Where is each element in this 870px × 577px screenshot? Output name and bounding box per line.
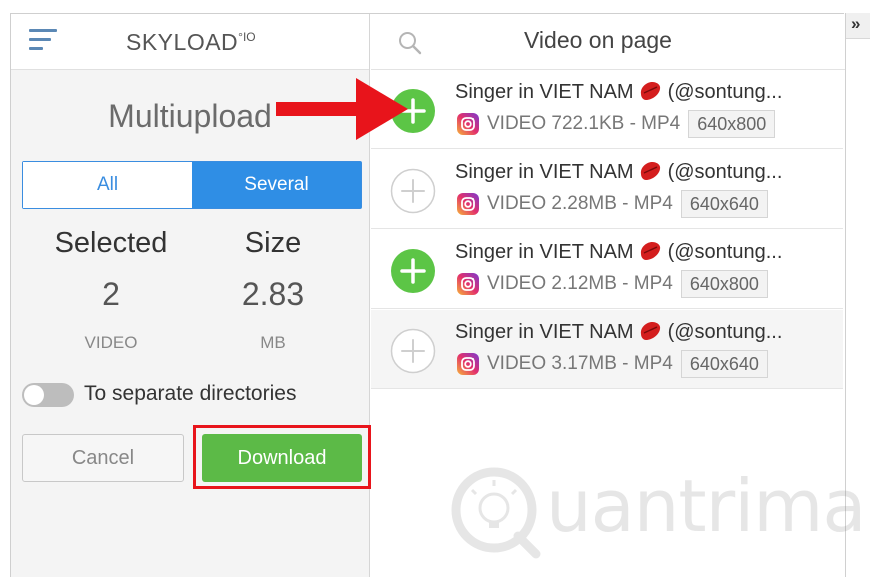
instagram-icon bbox=[457, 113, 479, 135]
video-item-title: Singer in VIET NAM (@sontung... bbox=[455, 321, 783, 343]
video-item-title: Singer in VIET NAM (@sontung... bbox=[455, 241, 783, 263]
instagram-icon bbox=[457, 353, 479, 375]
watermark-text: uantrimang bbox=[546, 464, 870, 548]
instagram-icon bbox=[457, 193, 479, 215]
instagram-icon bbox=[457, 273, 479, 295]
separate-directories-label: To separate directories bbox=[84, 382, 297, 405]
video-item-info: VIDEO 722.1KB - MP4 bbox=[487, 113, 681, 134]
stat-size: Size 2.83 MB bbox=[198, 227, 348, 353]
video-item-info: VIDEO 3.17MB - MP4 bbox=[487, 353, 673, 374]
mode-several-button[interactable]: Several bbox=[192, 162, 361, 208]
left-header: SKYLOAD°IO bbox=[11, 14, 369, 70]
separate-directories-switch[interactable] bbox=[22, 383, 74, 407]
video-item-meta: VIDEO 722.1KB - MP4 640x800 bbox=[457, 110, 776, 138]
resolution-badge: 640x640 bbox=[680, 350, 768, 378]
menu-icon[interactable] bbox=[29, 29, 57, 51]
add-circle-icon[interactable] bbox=[390, 168, 436, 214]
video-item-meta: VIDEO 2.28MB - MP4 640x640 bbox=[457, 190, 768, 218]
watermark: uantrimang bbox=[448, 460, 870, 570]
kiss-lips-icon bbox=[640, 82, 660, 100]
mode-all-button[interactable]: All bbox=[23, 162, 192, 208]
video-item[interactable]: Singer in VIET NAM (@sontung... VIDEO 2.2… bbox=[371, 150, 843, 229]
strip-toolbar: » bbox=[846, 13, 870, 39]
add-circle-icon[interactable] bbox=[390, 328, 436, 374]
brand-logo: SKYLOAD°IO bbox=[126, 29, 256, 55]
mode-toggle: All Several bbox=[22, 161, 362, 209]
right-header: Video on page bbox=[371, 14, 845, 70]
resolution-badge: 640x800 bbox=[688, 110, 776, 138]
stat-selected: Selected 2 VIDEO bbox=[36, 227, 186, 353]
double-chevron-icon[interactable]: » bbox=[851, 14, 860, 34]
brand-suffix: °IO bbox=[238, 30, 256, 44]
add-circle-icon[interactable] bbox=[390, 248, 436, 294]
search-icon[interactable] bbox=[397, 30, 423, 56]
kiss-lips-icon bbox=[640, 242, 660, 260]
kiss-lips-icon bbox=[640, 162, 660, 180]
video-item-info: VIDEO 2.12MB - MP4 bbox=[487, 273, 673, 294]
video-item-title: Singer in VIET NAM (@sontung... bbox=[455, 161, 783, 183]
stat-size-label: Size bbox=[244, 227, 302, 259]
switch-knob bbox=[24, 385, 44, 405]
watermark-logo-icon bbox=[451, 467, 541, 559]
stat-size-unit: MB bbox=[260, 333, 286, 352]
red-arrow-annotation bbox=[276, 78, 408, 140]
video-list-title: Video on page bbox=[524, 27, 672, 53]
video-item-meta: VIDEO 3.17MB - MP4 640x640 bbox=[457, 350, 768, 378]
kiss-lips-icon bbox=[640, 322, 660, 340]
stat-selected-unit: VIDEO bbox=[84, 333, 138, 352]
stat-size-value: 2.83 bbox=[241, 276, 305, 312]
video-item[interactable]: Singer in VIET NAM (@sontung... VIDEO 722… bbox=[371, 70, 843, 149]
stat-selected-label: Selected bbox=[54, 227, 168, 259]
resolution-badge: 640x640 bbox=[680, 190, 768, 218]
stat-selected-value: 2 bbox=[102, 276, 120, 312]
video-item[interactable]: Singer in VIET NAM (@sontung... VIDEO 3.1… bbox=[371, 310, 843, 389]
video-item-info: VIDEO 2.28MB - MP4 bbox=[487, 193, 673, 214]
video-item[interactable]: Singer in VIET NAM (@sontung... VIDEO 2.1… bbox=[371, 230, 843, 309]
resolution-badge: 640x800 bbox=[680, 270, 768, 298]
download-button[interactable]: Download bbox=[202, 434, 362, 482]
cancel-button[interactable]: Cancel bbox=[22, 434, 184, 482]
video-item-meta: VIDEO 2.12MB - MP4 640x800 bbox=[457, 270, 768, 298]
video-item-title: Singer in VIET NAM (@sontung... bbox=[455, 81, 783, 103]
